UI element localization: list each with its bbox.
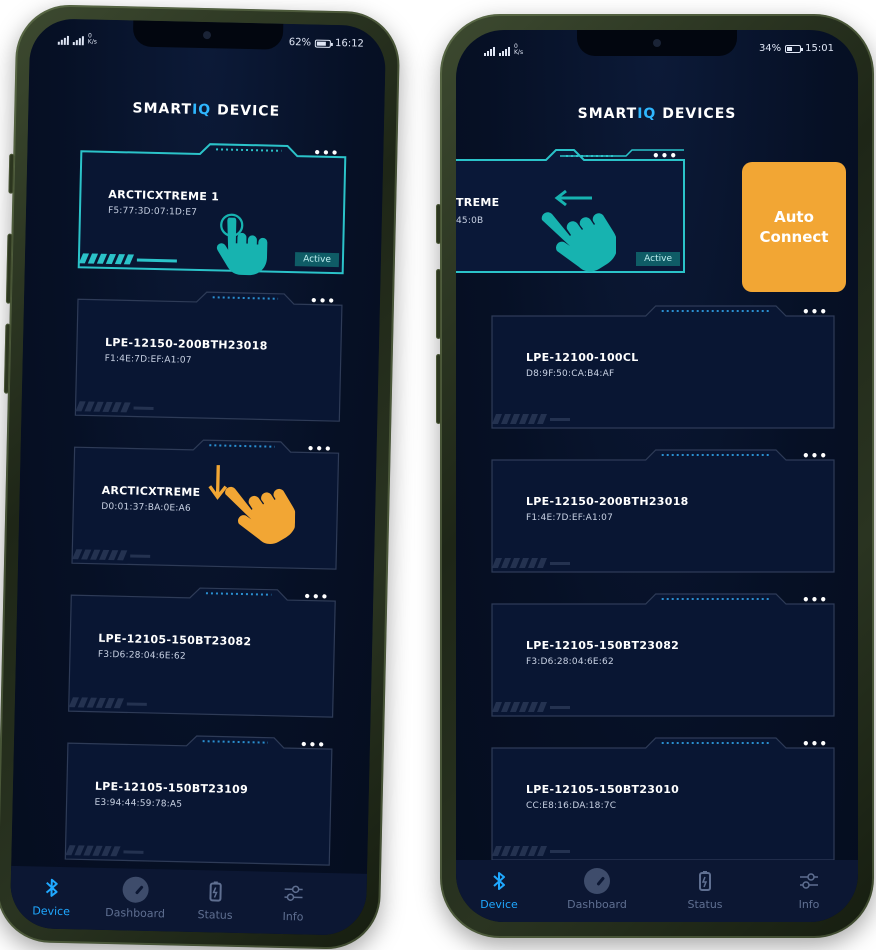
device-card[interactable]: ••• LPE-12150-200BTH23018 F1:4E:7D:EF:A1:0… xyxy=(490,446,836,574)
left-phone: 0 K/s 62% 16:12 SMARTIQ DEVICE ••• ARCTIC… xyxy=(0,3,401,950)
network-speed: 0 K/s xyxy=(87,32,98,46)
nav-info-label: Info xyxy=(798,898,820,911)
auto-connect-button[interactable]: Auto Connect xyxy=(742,162,846,292)
device-card[interactable]: ••• LPE-12150-200BTH23018 F1:4E:7D:EF:A1:0… xyxy=(73,285,344,423)
status-badge: Active xyxy=(294,252,340,268)
volume-up-button xyxy=(436,269,441,339)
card-frame xyxy=(491,593,835,717)
device-card[interactable]: ••• LPE-12105-150BT23010 CC:E8:16:DA:18:7C xyxy=(490,734,836,862)
nav-device[interactable]: Device xyxy=(16,874,87,919)
signal-icon xyxy=(72,36,84,46)
signal-icon xyxy=(499,47,510,56)
more-icon[interactable]: ••• xyxy=(652,149,678,163)
nav-dashboard-label: Dashboard xyxy=(105,906,166,921)
sliders-icon xyxy=(796,868,822,894)
device-mac: F5:77:3D:07:1D:E7 xyxy=(107,206,198,219)
battery-icon xyxy=(692,868,718,894)
status-bar: 0 K/s 62% 16:12 xyxy=(30,28,386,56)
battery-percent: 62% xyxy=(288,36,312,49)
network-speed: 0 K/s xyxy=(514,43,524,56)
device-mac: CC:E8:16:DA:18:7C xyxy=(526,800,617,811)
auto-connect-label-2: Connect xyxy=(759,228,829,246)
nav-info[interactable]: Info xyxy=(258,879,329,924)
battery-icon xyxy=(314,39,332,48)
device-name: ARCTICXTREME 1 xyxy=(108,188,220,204)
device-name: LPE-12100-100CL xyxy=(526,350,639,364)
device-mac: F3:D6:28:04:6E:62 xyxy=(97,649,186,662)
nav-dashboard[interactable]: Dashboard xyxy=(100,876,171,921)
device-mac: D8:9F:50:CA:B4:AF xyxy=(526,368,615,379)
more-icon[interactable]: ••• xyxy=(802,593,828,607)
device-mac: E3:94:44:59:78:A5 xyxy=(94,797,183,810)
card-frame xyxy=(491,737,835,861)
more-icon[interactable]: ••• xyxy=(310,293,336,308)
nav-dashboard[interactable]: Dashboard xyxy=(562,868,632,911)
device-name: LPE-12105-150BT23010 xyxy=(526,782,680,796)
device-name: LPE-12150-200BTH23018 xyxy=(526,494,689,508)
status-bar: 0 K/s 34% 15:01 xyxy=(456,40,858,60)
nav-info[interactable]: Info xyxy=(774,868,844,911)
more-icon[interactable]: ••• xyxy=(300,737,326,752)
battery-icon xyxy=(202,878,229,905)
device-name: TREME xyxy=(456,196,500,209)
device-mac: F1:4E:7D:EF:A1:07 xyxy=(526,512,614,523)
signal-icon xyxy=(484,47,495,56)
nav-dashboard-label: Dashboard xyxy=(567,898,627,911)
gauge-icon xyxy=(122,876,149,903)
device-card[interactable]: ••• LPE-12105-150BT23082 F3:D6:28:04:6E:62 xyxy=(490,590,836,718)
auto-connect-label-1: Auto xyxy=(774,208,814,226)
device-mac: F3:D6:28:04:6E:62 xyxy=(526,656,614,667)
nav-info-label: Info xyxy=(282,910,304,924)
more-icon[interactable]: ••• xyxy=(313,146,339,161)
device-mac: F1:4E:7D:EF:A1:07 xyxy=(104,354,192,366)
sliders-icon xyxy=(280,880,307,907)
more-icon[interactable]: ••• xyxy=(303,589,329,604)
more-icon[interactable]: ••• xyxy=(802,737,828,751)
swipe-hand-icon xyxy=(536,210,616,290)
card-frame xyxy=(491,449,835,573)
left-screen: 0 K/s 62% 16:12 SMARTIQ DEVICE ••• ARCTIC… xyxy=(9,18,387,936)
volume-down-button xyxy=(3,323,11,394)
nav-status[interactable]: Status xyxy=(180,878,251,923)
device-card[interactable]: ••• LPE-12100-100CL D8:9F:50:CA:B4:AF xyxy=(490,302,836,430)
page-title: SMARTIQ DEVICES xyxy=(577,106,737,122)
volume-up-button xyxy=(5,233,13,304)
status-badge: Active xyxy=(636,252,680,266)
nav-device-label: Device xyxy=(480,898,518,911)
clock: 15:01 xyxy=(805,43,834,54)
more-icon[interactable]: ••• xyxy=(802,305,828,319)
signal-icon xyxy=(57,35,69,45)
arrow-left-icon xyxy=(554,189,592,207)
volume-down-button xyxy=(436,354,441,424)
bottom-nav: Device Dashboard Status Info xyxy=(456,860,858,922)
mute-switch xyxy=(8,153,15,194)
device-name: LPE-12105-150BT23082 xyxy=(526,638,680,652)
bottom-nav: Device Dashboard Status Info xyxy=(9,865,368,936)
page-title: SMARTIQ DEVICE xyxy=(132,100,281,120)
bluetooth-icon xyxy=(486,868,512,894)
more-icon[interactable]: ••• xyxy=(802,449,828,463)
device-name: ARCTICXTREME xyxy=(101,483,201,500)
nav-device[interactable]: Device xyxy=(464,868,534,911)
device-mac: 45:0B xyxy=(456,216,484,226)
nav-status-label: Status xyxy=(197,908,233,922)
mute-switch xyxy=(436,204,441,244)
nav-status-label: Status xyxy=(687,898,723,911)
right-screen: 0 K/s 34% 15:01 SMARTIQ DEVICES ••• TREM… xyxy=(456,30,858,922)
gauge-icon xyxy=(584,868,610,894)
tap-hand-icon xyxy=(212,213,274,283)
clock: 16:12 xyxy=(334,37,364,50)
battery-icon xyxy=(785,44,804,53)
nav-status[interactable]: Status xyxy=(670,868,740,911)
card-frame xyxy=(491,305,835,429)
bluetooth-icon xyxy=(38,874,65,901)
nav-device-label: Device xyxy=(32,904,71,919)
battery-percent: 34% xyxy=(758,43,782,54)
right-phone: 0 K/s 34% 15:01 SMARTIQ DEVICES ••• TREM… xyxy=(436,14,874,938)
device-card[interactable]: ••• LPE-12105-150BT23082 F3:D6:28:04:6E:62 xyxy=(67,581,338,719)
swipe-hand-icon xyxy=(218,484,296,562)
more-icon[interactable]: ••• xyxy=(307,441,333,456)
device-mac: D0:01:37:BA:0E:A6 xyxy=(101,501,191,515)
device-card[interactable]: ••• LPE-12105-150BT23109 E3:94:44:59:78:A5 xyxy=(63,729,334,867)
